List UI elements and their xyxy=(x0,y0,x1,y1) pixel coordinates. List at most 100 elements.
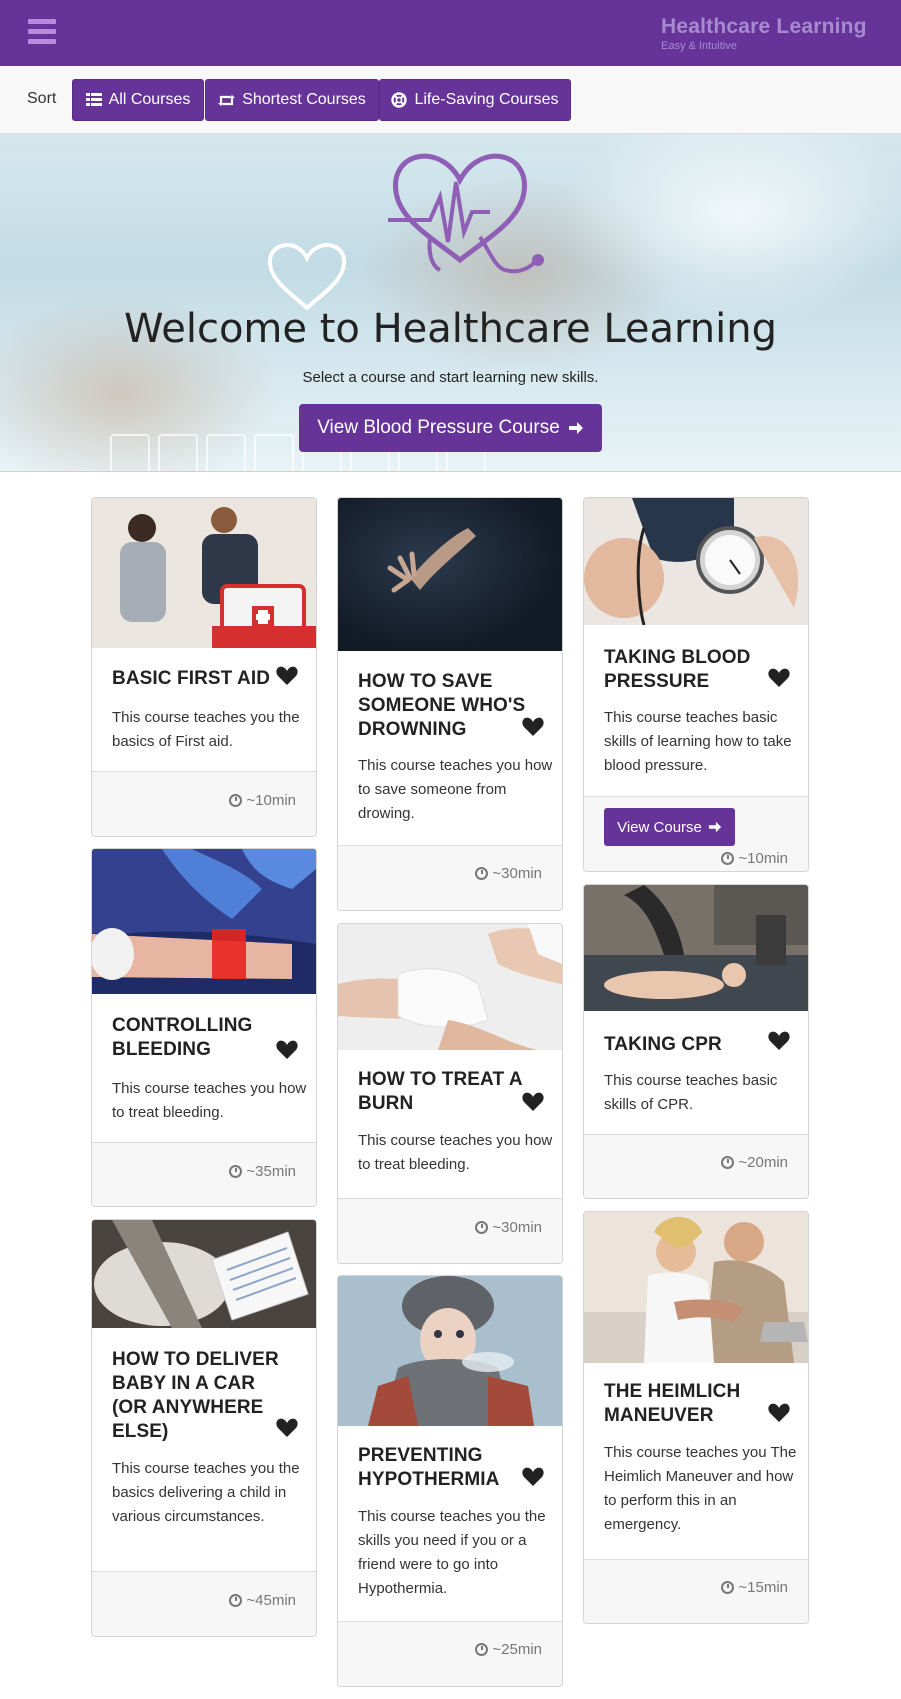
heart-favorite-icon[interactable] xyxy=(522,717,544,737)
course-card-controlling-bleeding[interactable]: Controlling Bleeding This course teaches… xyxy=(91,848,317,1207)
sort-life-saving-courses-button[interactable]: Life-Saving Courses xyxy=(379,79,571,121)
course-description: This course teaches basic skills of lear… xyxy=(604,709,792,774)
course-title: How to treat a burn xyxy=(358,1069,522,1114)
view-course-label: View Course xyxy=(617,818,702,836)
course-description: This course teaches you the basics of Fi… xyxy=(112,709,300,750)
course-title: Preventing Hypothermia xyxy=(358,1445,500,1490)
clock-icon xyxy=(229,1594,243,1607)
course-footer: ~35min xyxy=(92,1142,316,1206)
top-navbar: Healthcare Learning Easy & Intuitive xyxy=(0,0,901,66)
course-card-hypothermia[interactable]: Preventing Hypothermia This course teach… xyxy=(337,1275,563,1687)
course-description: This course teaches you the basics deliv… xyxy=(112,1460,300,1525)
course-footer: ~30min xyxy=(338,845,562,910)
sort-life-saving-courses-label: Life-Saving Courses xyxy=(414,91,559,108)
course-footer: ~25min xyxy=(338,1621,562,1686)
heart-favorite-icon[interactable] xyxy=(522,1092,544,1112)
duration-label: ~30min xyxy=(492,865,542,882)
course-image-blood-pressure xyxy=(584,498,808,625)
clock-icon xyxy=(229,1165,243,1178)
view-blood-pressure-course-button[interactable]: View Blood Pressure Course xyxy=(299,404,602,452)
heart-favorite-icon[interactable] xyxy=(522,1467,544,1487)
course-card-deliver-baby[interactable]: How to deliver baby in a car (or anywher… xyxy=(91,1219,317,1637)
course-title: How to save someone who's drowning xyxy=(358,671,526,740)
life-ring-icon xyxy=(391,92,408,108)
course-title: Basic First Aid xyxy=(112,668,271,689)
course-card-heimlich[interactable]: The Heimlich Maneuver This course teache… xyxy=(583,1211,809,1624)
course-duration: ~10min xyxy=(721,850,788,867)
hero-title: Welcome to Healthcare Learning xyxy=(124,306,777,352)
course-image-basic-first-aid xyxy=(92,498,316,648)
course-footer: ~20min xyxy=(584,1134,808,1198)
sort-label: Sort xyxy=(27,90,57,107)
course-title: Taking Blood Pressure xyxy=(604,647,751,692)
course-duration: ~25min xyxy=(475,1641,542,1658)
course-card-blood-pressure[interactable]: Taking Blood Pressure This course teache… xyxy=(583,497,809,872)
course-image-deliver-baby xyxy=(92,1220,316,1328)
hero-subtitle: Select a course and start learning new s… xyxy=(302,369,599,386)
course-footer: ~45min xyxy=(92,1571,316,1636)
course-description: This course teaches you how to treat ble… xyxy=(112,1080,307,1121)
clock-icon xyxy=(721,1156,735,1169)
heart-favorite-icon[interactable] xyxy=(276,666,298,686)
course-card-cpr[interactable]: Taking CPR This course teaches basic ski… xyxy=(583,884,809,1199)
course-duration: ~10min xyxy=(229,792,296,809)
course-description: This course teaches you how to treat ble… xyxy=(358,1132,553,1173)
sort-bar: Sort All Courses Shortest Courses Life-S… xyxy=(0,66,901,134)
course-duration: ~15min xyxy=(721,1579,788,1596)
heart-favorite-icon[interactable] xyxy=(276,1418,298,1438)
course-duration: ~30min xyxy=(475,865,542,882)
course-title: Taking CPR xyxy=(604,1034,722,1055)
heart-stethoscope-logo-icon xyxy=(388,153,544,274)
brand-title: Healthcare Learning xyxy=(661,15,867,38)
course-image-burn xyxy=(338,924,562,1050)
sort-shortest-courses-label: Shortest Courses xyxy=(242,91,366,108)
clock-icon xyxy=(475,1643,489,1656)
sort-shortest-courses-button[interactable]: Shortest Courses xyxy=(205,79,379,121)
duration-label: ~20min xyxy=(738,1154,788,1171)
view-course-button[interactable]: View Course xyxy=(604,808,735,846)
duration-label: ~15min xyxy=(738,1579,788,1596)
brand-subtitle: Easy & Intuitive xyxy=(661,40,737,52)
course-card-drowning[interactable]: How to save someone who's drowning This … xyxy=(337,497,563,911)
retweet-icon xyxy=(218,94,236,106)
heart-favorite-icon[interactable] xyxy=(768,668,790,688)
clock-icon xyxy=(475,1221,489,1234)
course-card-burn[interactable]: How to treat a burn This course teaches … xyxy=(337,923,563,1264)
course-duration: ~45min xyxy=(229,1592,296,1609)
duration-label: ~35min xyxy=(246,1163,296,1180)
hero-button-label: View Blood Pressure Course xyxy=(317,417,560,438)
course-image-hypothermia xyxy=(338,1276,562,1426)
arrow-right-icon xyxy=(568,422,583,434)
duration-label: ~30min xyxy=(492,1219,542,1236)
course-footer: ~15min xyxy=(584,1559,808,1623)
clock-icon xyxy=(721,852,735,865)
hero-banner: Welcome to Healthcare Learning Select a … xyxy=(0,134,901,472)
hamburger-menu-icon[interactable] xyxy=(28,19,56,45)
course-duration: ~20min xyxy=(721,1154,788,1171)
course-footer: ~10min xyxy=(92,771,316,836)
course-footer: ~30min xyxy=(338,1198,562,1263)
course-title: The Heimlich Maneuver xyxy=(604,1381,741,1426)
course-description: This course teaches basic skills of CPR. xyxy=(604,1072,778,1113)
clock-icon xyxy=(229,794,243,807)
course-footer: View Course ~10min xyxy=(584,796,808,871)
course-image-heimlich xyxy=(584,1212,808,1363)
outline-heart-icon xyxy=(267,243,347,311)
course-description: This course teaches you how to save some… xyxy=(358,757,553,822)
course-image-cpr xyxy=(584,885,808,1011)
brand[interactable]: Healthcare Learning Easy & Intuitive xyxy=(661,15,867,52)
course-card-basic-first-aid[interactable]: Basic First Aid This course teaches you … xyxy=(91,497,317,837)
duration-label: ~10min xyxy=(738,850,788,867)
duration-label: ~45min xyxy=(246,1592,296,1609)
sort-all-courses-button[interactable]: All Courses xyxy=(72,79,204,121)
heart-favorite-icon[interactable] xyxy=(768,1031,790,1051)
clock-icon xyxy=(475,867,489,880)
course-image-drowning xyxy=(338,498,562,651)
heart-favorite-icon[interactable] xyxy=(276,1040,298,1060)
clock-icon xyxy=(721,1581,735,1594)
duration-label: ~25min xyxy=(492,1641,542,1658)
duration-label: ~10min xyxy=(246,792,296,809)
heart-favorite-icon[interactable] xyxy=(768,1403,790,1423)
course-description: This course teaches you the skills you n… xyxy=(358,1508,546,1597)
course-title: Controlling Bleeding xyxy=(112,1015,253,1060)
